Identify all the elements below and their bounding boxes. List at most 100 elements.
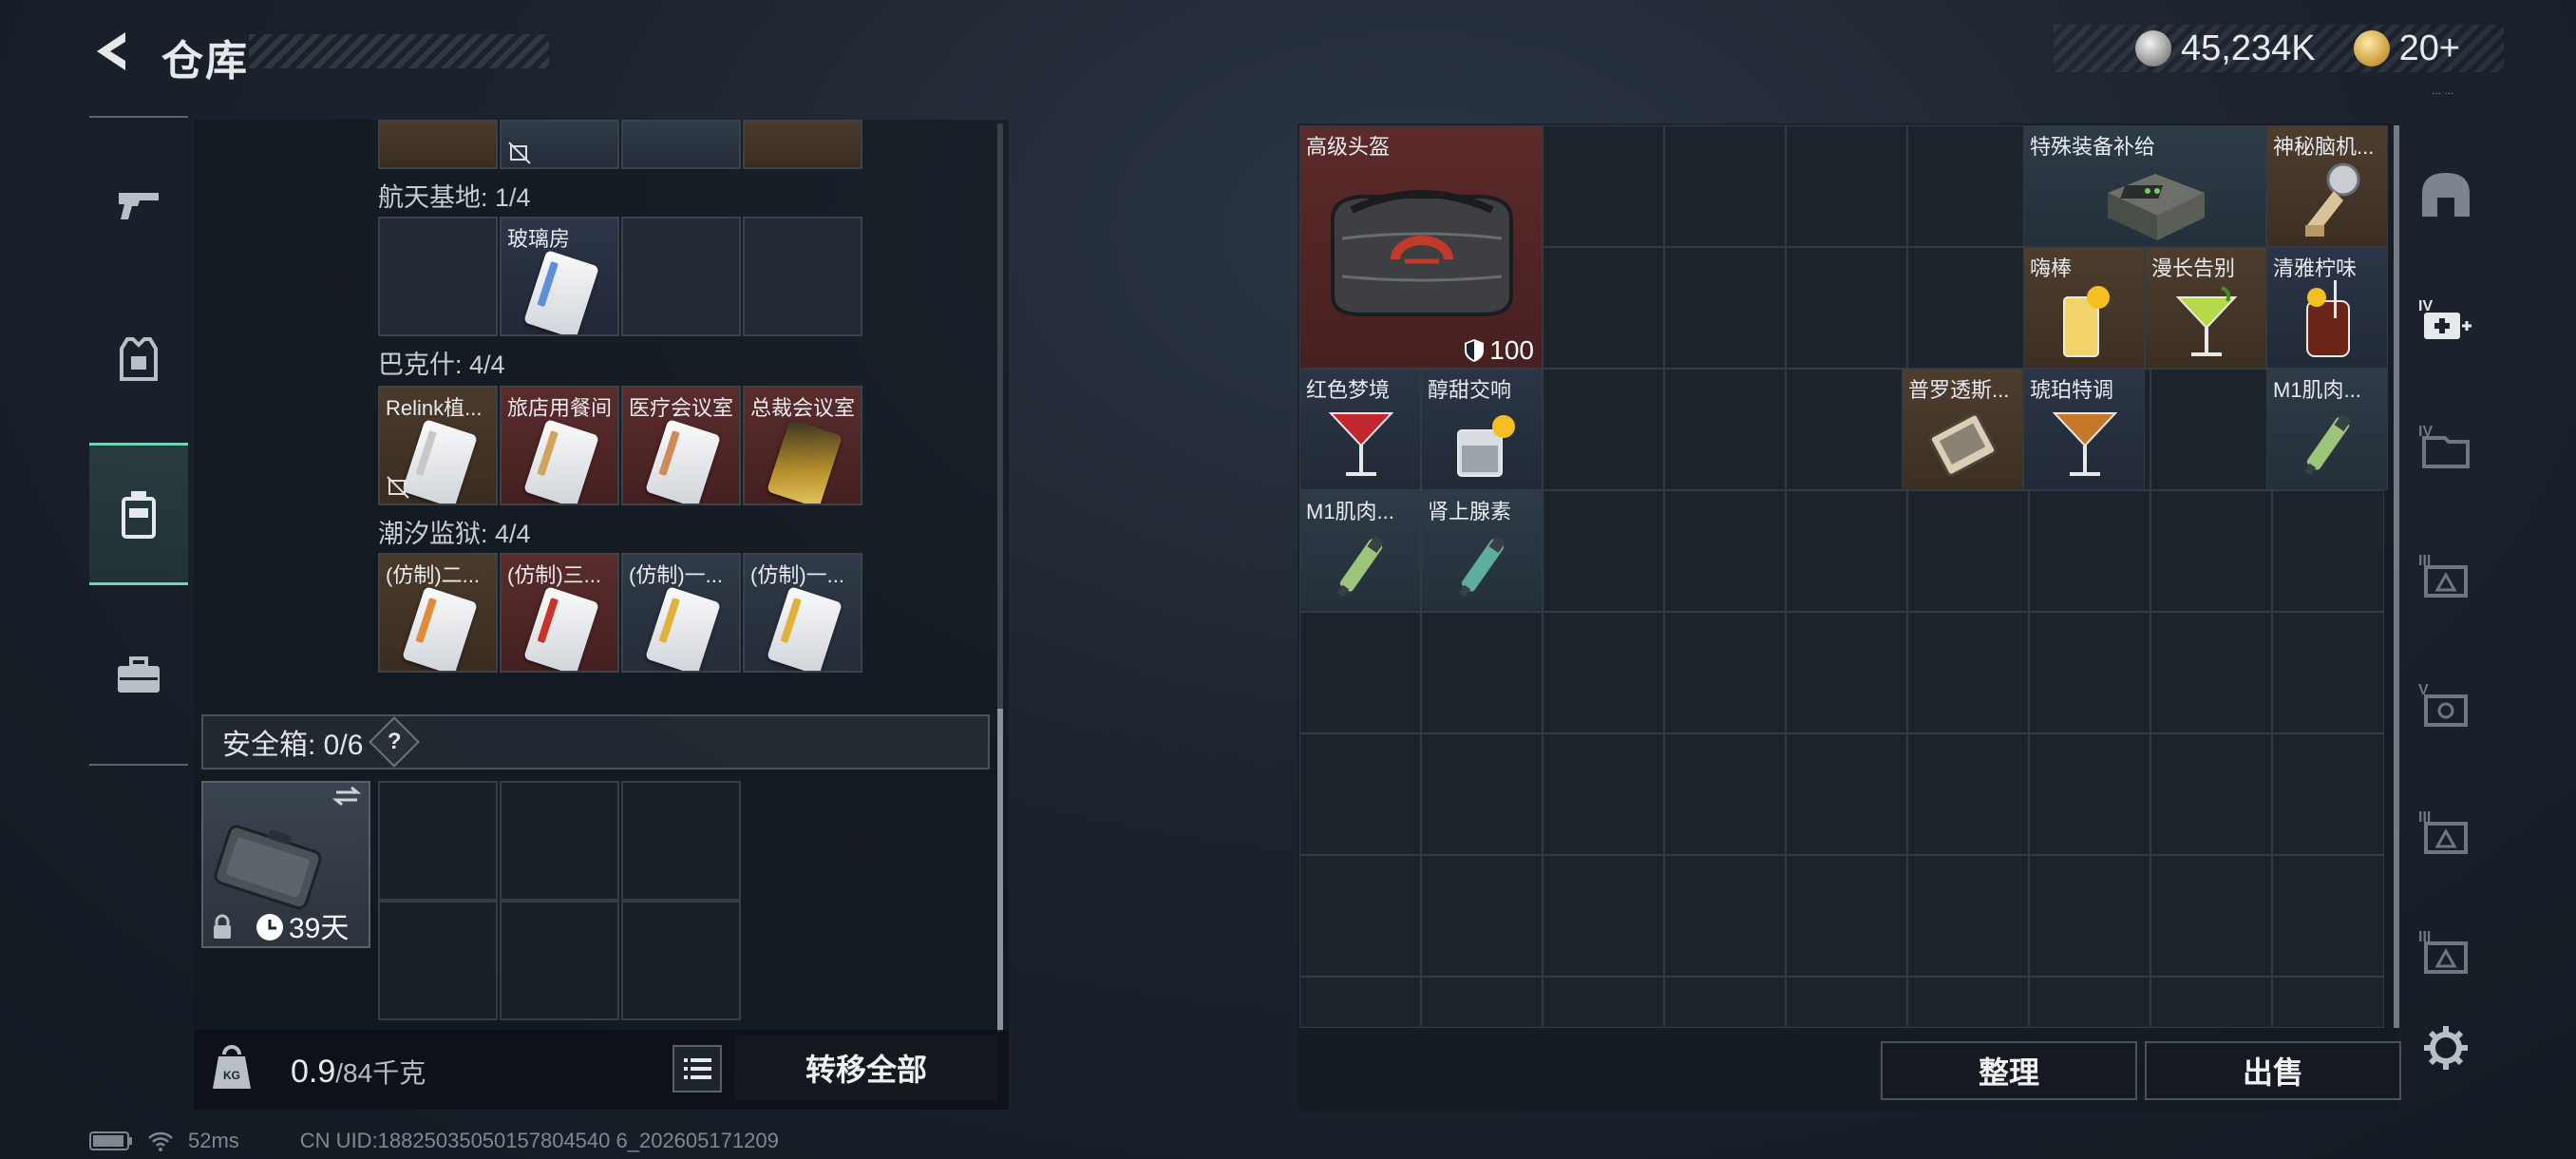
inventory-item-long-goodbye[interactable]: 漫长告别 <box>2145 247 2266 369</box>
inventory-scrollbar[interactable] <box>2394 125 2399 1028</box>
inventory-item-m1-muscle[interactable]: M1肌肉... <box>2266 369 2388 490</box>
inventory-empty-cell[interactable] <box>1543 247 1664 369</box>
nav-item-weapons[interactable] <box>89 133 188 276</box>
inventory-empty-cell[interactable] <box>2150 733 2272 855</box>
inventory-empty-cell[interactable] <box>2029 612 2150 733</box>
right-nav-vest-5[interactable]: V <box>2403 642 2489 766</box>
inventory-item-adrenaline[interactable]: 肾上腺素 <box>1421 490 1543 612</box>
inventory-empty-cell[interactable] <box>1907 855 2029 977</box>
stash-scrollbar-thumb[interactable] <box>997 709 1003 1032</box>
inventory-empty-cell[interactable] <box>1664 977 1786 1028</box>
inventory-empty-cell[interactable] <box>2150 612 2272 733</box>
inventory-empty-cell[interactable] <box>1543 125 1664 247</box>
inventory-item-helmet-bag[interactable]: 高级头盔 100 <box>1299 125 1543 369</box>
inventory-empty-cell[interactable] <box>1907 733 2029 855</box>
inventory-empty-cell[interactable] <box>1543 369 1664 490</box>
inventory-empty-cell[interactable] <box>1907 247 2029 369</box>
inventory-empty-cell[interactable] <box>2272 977 2384 1028</box>
safe-box-slot[interactable] <box>378 901 498 1020</box>
inventory-empty-cell[interactable] <box>1907 125 2029 247</box>
list-view-button[interactable] <box>672 1045 722 1092</box>
inventory-empty-cell[interactable] <box>2150 369 2272 490</box>
stash-slot-keycard[interactable]: 总裁会议室 <box>743 386 862 505</box>
settings-button[interactable] <box>2403 1013 2489 1083</box>
nav-item-toolbox[interactable] <box>89 604 188 747</box>
inventory-empty-cell[interactable] <box>2150 977 2272 1028</box>
inventory-empty-cell[interactable] <box>1543 977 1664 1028</box>
stash-slot-keycard[interactable]: 玻璃房 <box>500 217 619 336</box>
inventory-empty-cell[interactable] <box>1907 977 2029 1028</box>
back-arrow-icon[interactable] <box>87 27 137 76</box>
nav-item-backpack[interactable] <box>89 443 188 585</box>
stash-slot[interactable] <box>621 217 741 336</box>
stash-slot-keycard[interactable]: (仿制)二... <box>378 553 498 673</box>
stash-slot-keycard[interactable]: (仿制)一... <box>743 553 862 673</box>
inventory-empty-cell[interactable] <box>2029 977 2150 1028</box>
inventory-empty-cell[interactable] <box>1664 612 1786 733</box>
inventory-empty-cell[interactable] <box>2272 855 2384 977</box>
inventory-empty-cell[interactable] <box>1786 247 1907 369</box>
nav-item-armor[interactable] <box>89 289 188 431</box>
inventory-empty-cell[interactable] <box>1299 612 1421 733</box>
stash-slot-partial[interactable] <box>743 120 862 169</box>
right-nav-vest-3c[interactable]: III <box>2403 899 2489 1003</box>
inventory-empty-cell[interactable] <box>1786 855 1907 977</box>
sell-button[interactable]: 出售 <box>2145 1041 2401 1100</box>
right-nav-medkit[interactable]: IV <box>2403 258 2489 382</box>
inventory-empty-cell[interactable] <box>1543 733 1664 855</box>
safe-box-slot[interactable] <box>500 901 619 1020</box>
inventory-empty-cell[interactable] <box>1786 612 1907 733</box>
inventory-empty-cell[interactable] <box>1543 855 1664 977</box>
inventory-empty-cell[interactable] <box>1786 125 1907 247</box>
sort-button[interactable]: 整理 <box>1881 1041 2137 1100</box>
stash-slot[interactable] <box>743 217 862 336</box>
inventory-item-amber-special[interactable]: 琥珀特调 <box>2023 369 2145 490</box>
inventory-empty-cell[interactable] <box>2272 733 2384 855</box>
right-nav-vest-3[interactable]: III <box>2403 513 2489 636</box>
stash-slot-partial[interactable] <box>378 120 498 169</box>
help-button[interactable]: ? <box>369 716 421 768</box>
stash-slot-keycard[interactable]: 医疗会议室 <box>621 386 741 505</box>
stash-slot-partial[interactable] <box>500 120 619 169</box>
inventory-empty-cell[interactable] <box>1664 125 1786 247</box>
inventory-item-red-dream[interactable]: 红色梦境 <box>1299 369 1421 490</box>
inventory-item-proteus[interactable]: 普罗透斯... <box>1902 369 2023 490</box>
inventory-empty-cell[interactable] <box>2272 612 2384 733</box>
right-nav-container-4[interactable]: IV <box>2403 384 2489 507</box>
inventory-empty-cell[interactable] <box>1299 977 1421 1028</box>
inventory-empty-cell[interactable] <box>1664 369 1786 490</box>
safe-box-slot[interactable] <box>621 901 741 1020</box>
inventory-empty-cell[interactable] <box>1664 247 1786 369</box>
inventory-item-sweet-symphony[interactable]: 醇甜交响 <box>1421 369 1543 490</box>
stash-slot-keycard[interactable]: (仿制)三... <box>500 553 619 673</box>
inventory-empty-cell[interactable] <box>1664 855 1786 977</box>
inventory-empty-cell[interactable] <box>1421 855 1543 977</box>
inventory-empty-cell[interactable] <box>1907 490 2029 612</box>
inventory-empty-cell[interactable] <box>1786 490 1907 612</box>
transfer-all-button[interactable]: 转移全部 <box>735 1036 997 1100</box>
stash-slot-keycard[interactable]: Relink植... <box>378 386 498 505</box>
inventory-item-brain-device[interactable]: 神秘脑机... <box>2266 125 2388 247</box>
inventory-empty-cell[interactable] <box>2029 490 2150 612</box>
inventory-empty-cell[interactable] <box>1786 369 1907 490</box>
inventory-empty-cell[interactable] <box>1907 612 2029 733</box>
safe-box-slot[interactable] <box>500 781 619 901</box>
inventory-empty-cell[interactable] <box>1664 733 1786 855</box>
stash-slot-keycard[interactable]: 旅店用餐间 <box>500 386 619 505</box>
inventory-empty-cell[interactable] <box>2150 490 2272 612</box>
inventory-empty-cell[interactable] <box>1421 612 1543 733</box>
safe-box-slot[interactable] <box>378 781 498 901</box>
inventory-empty-cell[interactable] <box>1299 855 1421 977</box>
inventory-item-special-supply[interactable]: 特殊装备补给 <box>2023 125 2266 247</box>
inventory-empty-cell[interactable] <box>1786 977 1907 1028</box>
inventory-empty-cell[interactable] <box>2029 855 2150 977</box>
stash-slot[interactable] <box>378 217 498 336</box>
inventory-item-lemon-drink[interactable]: 清雅柠味 <box>2266 247 2388 369</box>
inventory-empty-cell[interactable] <box>1421 977 1543 1028</box>
inventory-empty-cell[interactable] <box>1421 733 1543 855</box>
inventory-empty-cell[interactable] <box>1664 490 1786 612</box>
inventory-empty-cell[interactable] <box>2272 490 2384 612</box>
inventory-empty-cell[interactable] <box>1543 490 1664 612</box>
safe-box-slot[interactable] <box>621 781 741 901</box>
inventory-empty-cell[interactable] <box>2150 855 2272 977</box>
